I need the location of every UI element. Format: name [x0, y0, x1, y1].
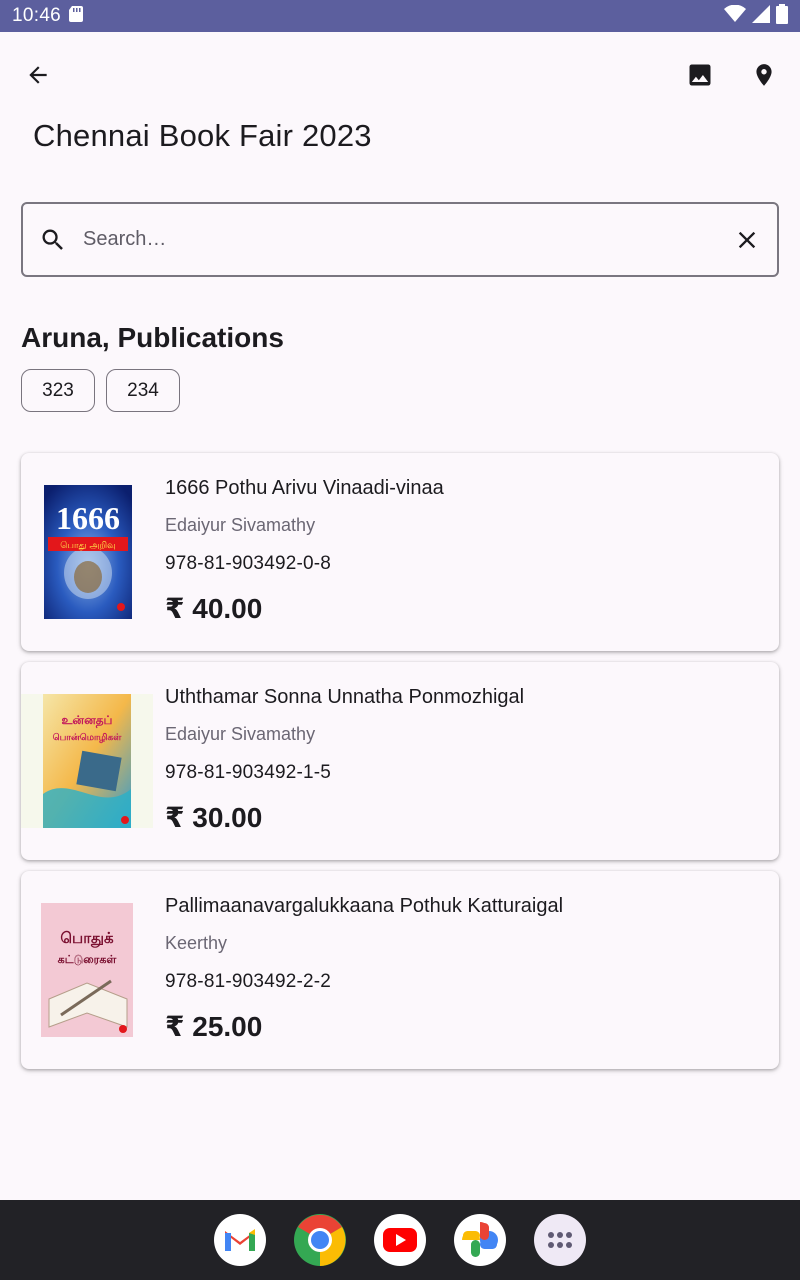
- app-drawer-icon[interactable]: [534, 1214, 586, 1266]
- stall-chip[interactable]: 323: [21, 369, 95, 412]
- publisher-name: Aruna, Publications: [21, 322, 284, 353]
- cover-title: பொதுக்: [60, 929, 114, 948]
- book-cover-image: பொதுக் கட்டுரைகள்: [41, 903, 133, 1037]
- back-arrow-icon[interactable]: [14, 51, 62, 99]
- signal-icon: [752, 4, 770, 28]
- book-card[interactable]: உன்னதப் பொன்மொழிகள் Uththamar Sonna Unna…: [21, 662, 779, 860]
- book-price: ₹ 40.00: [165, 593, 263, 624]
- book-cover-image: 1666 பொது அறிவு: [44, 485, 132, 619]
- youtube-icon[interactable]: [374, 1214, 426, 1266]
- book-title: 1666 Pothu Arivu Vinaadi-vinaa: [165, 477, 444, 499]
- stall-chip[interactable]: 234: [106, 369, 180, 412]
- book-author: Edaiyur Sivamathy: [165, 724, 316, 744]
- cover-subtitle: கட்டுரைகள்: [58, 953, 118, 966]
- sd-card-icon: [69, 5, 84, 27]
- image-icon[interactable]: [676, 51, 724, 99]
- book-author: Keerthy: [165, 933, 228, 953]
- photos-icon[interactable]: [454, 1214, 506, 1266]
- app-dock: [0, 1200, 800, 1280]
- chrome-icon[interactable]: [294, 1214, 346, 1266]
- location-pin-icon[interactable]: [740, 51, 788, 99]
- book-isbn: 978-81-903492-1-5: [165, 762, 332, 783]
- page-title: Chennai Book Fair 2023: [33, 118, 372, 153]
- book-title: Pallimaanavargalukkaana Pothuk Katturaig…: [165, 895, 564, 917]
- app-bar: [0, 32, 800, 118]
- book-price: ₹ 25.00: [165, 1011, 263, 1042]
- book-cover-image: உன்னதப் பொன்மொழிகள்: [21, 694, 153, 828]
- book-price: ₹ 30.00: [165, 802, 263, 833]
- search-bar: [21, 202, 779, 277]
- search-icon: [39, 226, 67, 254]
- book-title: Uththamar Sonna Unnatha Ponmozhigal: [165, 686, 525, 708]
- cover-title: 1666: [56, 500, 120, 536]
- book-isbn: 978-81-903492-2-2: [165, 971, 332, 992]
- wifi-icon: [724, 4, 746, 28]
- battery-icon: [776, 3, 788, 29]
- stall-chips: 323 234: [21, 369, 180, 412]
- status-time: 10:46: [12, 5, 62, 26]
- clear-icon[interactable]: [733, 226, 761, 254]
- book-card[interactable]: 1666 பொது அறிவு 1666 Pothu Arivu Vinaadi…: [21, 453, 779, 651]
- cover-subtitle: பொது அறிவு: [60, 541, 115, 551]
- cover-subtitle: பொன்மொழிகள்: [53, 732, 123, 743]
- book-isbn: 978-81-903492-0-8: [165, 553, 332, 574]
- gmail-icon[interactable]: [214, 1214, 266, 1266]
- status-bar: 10:46: [0, 0, 800, 32]
- cover-title: உன்னதப்: [62, 713, 113, 728]
- book-author: Edaiyur Sivamathy: [165, 515, 316, 535]
- search-input[interactable]: [83, 219, 733, 260]
- book-card[interactable]: பொதுக் கட்டுரைகள் Pallimaanavargalukkaan…: [21, 871, 779, 1069]
